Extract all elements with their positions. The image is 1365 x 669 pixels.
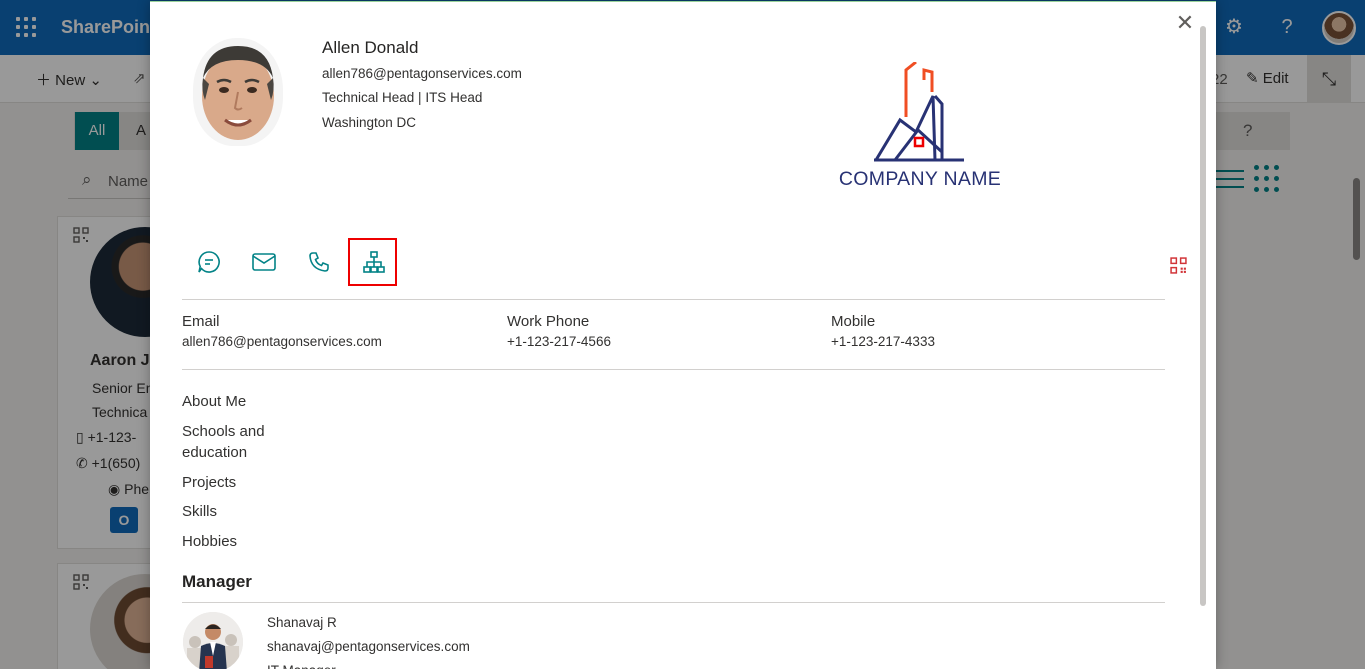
section-projects[interactable]: Projects bbox=[182, 472, 236, 493]
divider bbox=[182, 369, 1165, 370]
profile-role: Technical Head | ITS Head bbox=[322, 90, 483, 105]
close-icon[interactable]: ✕ bbox=[1174, 12, 1196, 34]
divider bbox=[182, 299, 1165, 300]
company-name: COMPANY NAME bbox=[838, 168, 1002, 190]
manager-email[interactable]: shanavaj@pentagonservices.com bbox=[267, 639, 470, 654]
mail-button[interactable] bbox=[246, 246, 282, 278]
email-label: Email bbox=[182, 313, 220, 330]
work-phone-label: Work Phone bbox=[507, 313, 590, 330]
chat-icon bbox=[198, 251, 220, 273]
profile-photo bbox=[193, 38, 283, 146]
manager-photo[interactable] bbox=[183, 612, 243, 669]
work-phone-value[interactable]: +1-123-217-4566 bbox=[507, 334, 611, 349]
phone-button[interactable] bbox=[301, 246, 337, 278]
profile-panel: ✕ Allen Donald allen786@pentagonservices… bbox=[150, 1, 1216, 669]
mobile-label: Mobile bbox=[831, 313, 876, 330]
divider bbox=[182, 602, 1165, 603]
phone-icon bbox=[309, 252, 329, 272]
section-hobbies[interactable]: Hobbies bbox=[182, 531, 237, 552]
section-about-me[interactable]: About Me bbox=[182, 391, 246, 412]
mail-icon bbox=[252, 253, 276, 271]
email-value[interactable]: allen786@pentagonservices.com bbox=[182, 334, 382, 349]
manager-role: IT Manager bbox=[267, 663, 336, 669]
profile-email[interactable]: allen786@pentagonservices.com bbox=[322, 66, 522, 81]
panel-scrollbar[interactable] bbox=[1200, 26, 1206, 606]
manager-heading: Manager bbox=[182, 572, 252, 591]
org-chart-highlight bbox=[348, 238, 397, 286]
profile-location: Washington DC bbox=[322, 115, 417, 130]
profile-name: Allen Donald bbox=[322, 38, 419, 57]
section-schools-education[interactable]: Schools and education bbox=[182, 421, 265, 463]
manager-name[interactable]: Shanavaj R bbox=[267, 615, 337, 630]
qr-code-icon[interactable] bbox=[1170, 257, 1187, 274]
mobile-value[interactable]: +1-123-217-4333 bbox=[831, 334, 935, 349]
chat-button[interactable] bbox=[191, 246, 227, 278]
section-skills[interactable]: Skills bbox=[182, 501, 217, 522]
